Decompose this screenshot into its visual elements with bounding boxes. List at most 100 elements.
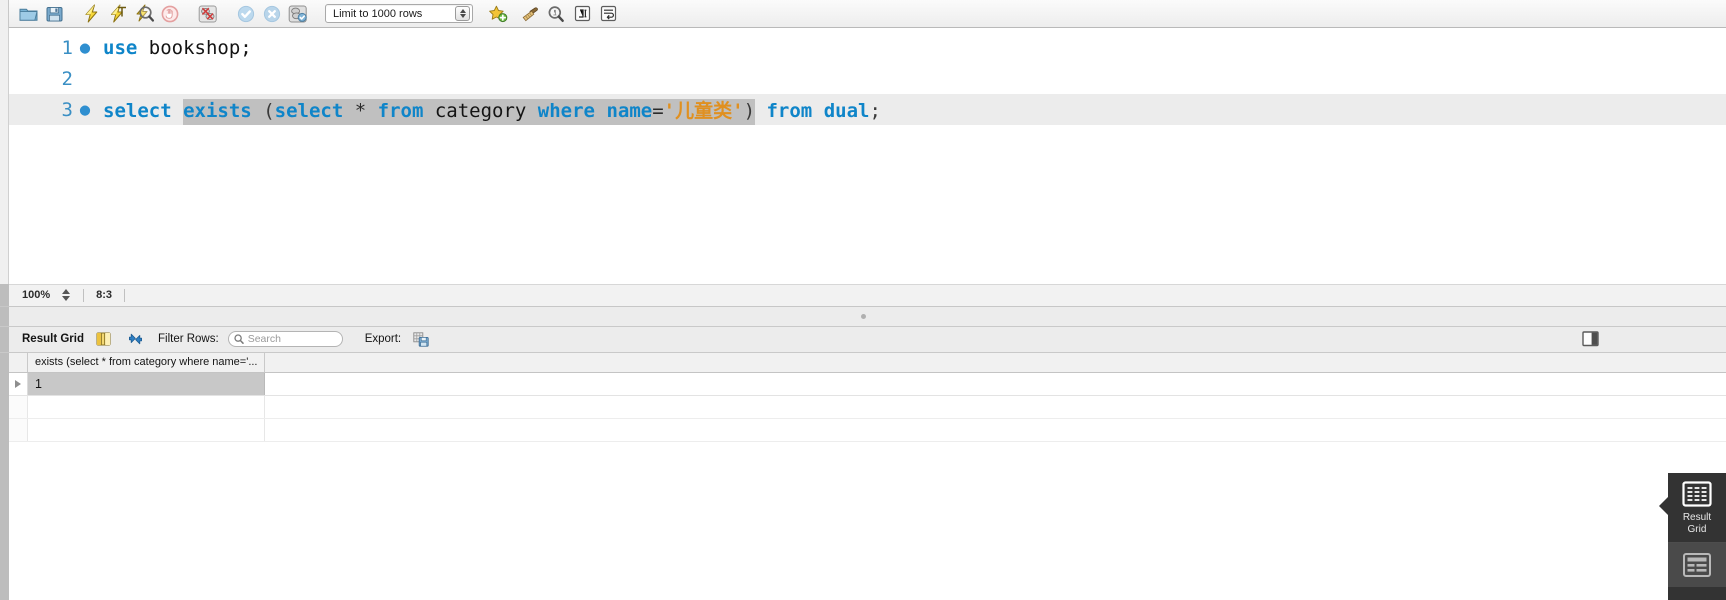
token-exists: exists xyxy=(183,100,252,122)
result-view-sidebar: Result Grid xyxy=(1659,473,1726,600)
mysql-workbench-sql-editor: Limit to 1000 rows 1 ● use bookshop; 2 3… xyxy=(0,0,1726,600)
commit-transaction-icon[interactable] xyxy=(233,3,259,25)
result-grid-icon xyxy=(1682,481,1712,507)
zoom-level-value: 100% xyxy=(22,289,51,301)
column-header-cell[interactable]: exists (select * from category where nam… xyxy=(28,352,265,372)
export-label: Export: xyxy=(364,333,402,345)
sidebar-item-result-grid[interactable]: Result Grid xyxy=(1668,473,1726,536)
selected-text-range: exists (select * from category where nam… xyxy=(183,99,756,125)
sidebar-pointer-icon xyxy=(1659,497,1668,515)
rollback-transaction-icon[interactable] xyxy=(259,3,285,25)
empty-row-cell xyxy=(28,395,265,418)
empty-row-marker xyxy=(9,395,28,418)
editor-left-rail xyxy=(0,28,9,284)
form-editor-icon xyxy=(1683,553,1711,577)
token-table-category: category xyxy=(423,100,538,122)
token-dual: dual xyxy=(823,100,870,122)
status-divider xyxy=(83,288,85,302)
code-content: use bookshop; xyxy=(93,37,252,59)
toggle-wrapping-icon[interactable] xyxy=(595,3,621,25)
editor-status-bar: 100% 8:3 xyxy=(0,284,1726,307)
status-divider-2 xyxy=(124,288,126,302)
filter-rows-label: Filter Rows: xyxy=(157,333,219,345)
toggle-autocommit-icon[interactable] xyxy=(285,3,311,25)
empty-row-marker xyxy=(9,418,28,441)
row-marker-icon xyxy=(9,372,28,395)
splitter-grip-icon xyxy=(860,313,866,319)
toggle-side-panel-icon[interactable] xyxy=(1582,330,1600,347)
table-row[interactable]: 1 xyxy=(9,372,1726,396)
refresh-icon[interactable] xyxy=(124,329,148,349)
grid-header-filler xyxy=(265,352,1726,372)
table-cell[interactable]: 1 xyxy=(28,372,265,395)
line-number: 3 xyxy=(61,98,73,121)
token-from-inner: from xyxy=(377,100,424,122)
execute-statement-icon[interactable] xyxy=(79,3,105,25)
beautify-sql-icon[interactable] xyxy=(485,3,511,25)
toggle-stop-on-error-icon[interactable] xyxy=(195,3,221,25)
result-toolbar-left-rail xyxy=(0,326,9,352)
token-paren-close: ) xyxy=(743,100,756,122)
token-column-name: name xyxy=(606,100,653,122)
filter-search-input[interactable] xyxy=(247,333,336,345)
execute-current-statement-icon[interactable] xyxy=(105,3,131,25)
empty-row-cell xyxy=(28,418,265,441)
zoom-level-stepper[interactable] xyxy=(60,288,71,303)
sql-editor-area[interactable]: 1 ● use bookshop; 2 3 ● select exists (s… xyxy=(0,28,1726,285)
limit-rows-select[interactable]: Limit to 1000 rows xyxy=(325,4,473,23)
filter-search-box[interactable] xyxy=(227,331,343,347)
empty-row-filler xyxy=(265,418,1726,441)
search-icon xyxy=(234,334,244,344)
grid-view-icon[interactable] xyxy=(92,329,116,349)
toolbar-left-rail xyxy=(0,0,9,28)
export-recordset-icon[interactable] xyxy=(409,329,433,349)
token-where: where xyxy=(537,100,595,122)
grid-corner-cell xyxy=(9,352,28,372)
grid-left-rail xyxy=(0,352,9,600)
limit-rows-stepper[interactable] xyxy=(455,6,470,21)
open-sql-script-icon[interactable] xyxy=(15,3,41,25)
sidebar-item-form-editor[interactable] xyxy=(1668,543,1726,587)
explain-statement-icon[interactable] xyxy=(131,3,157,25)
stop-execution-icon[interactable] xyxy=(157,3,183,25)
token-semicolon: ; xyxy=(869,100,881,122)
code-content: select exists (select * from category wh… xyxy=(93,96,881,125)
result-grid-title: Result Grid xyxy=(22,333,84,345)
toggle-invisible-chars-icon[interactable] xyxy=(569,3,595,25)
token-star: * xyxy=(354,100,367,122)
code-line-3[interactable]: 3 ● select exists (select * from categor… xyxy=(9,94,1726,125)
find-icon[interactable] xyxy=(543,3,569,25)
empty-row xyxy=(9,418,1726,442)
line-number: 2 xyxy=(61,67,73,90)
token-paren-open: ( xyxy=(263,100,275,122)
token-plain: bookshop; xyxy=(137,36,252,59)
line-number: 1 xyxy=(61,36,73,59)
statement-marker-icon: ● xyxy=(79,99,91,120)
code-line-2[interactable]: 2 xyxy=(9,63,1726,94)
sql-code-text[interactable]: 1 ● use bookshop; 2 3 ● select exists (s… xyxy=(9,28,1726,284)
code-line-1[interactable]: 1 ● use bookshop; xyxy=(9,32,1726,63)
results-splitter-handle[interactable] xyxy=(0,306,1726,327)
sql-editor-toolbar: Limit to 1000 rows xyxy=(0,0,1726,28)
token-select: select xyxy=(103,100,172,122)
token-string-literal: '儿童类' xyxy=(663,100,744,122)
limit-rows-value: Limit to 1000 rows xyxy=(333,7,423,20)
grid-header-row: exists (select * from category where nam… xyxy=(9,352,1726,373)
token-keyword: use xyxy=(103,36,138,59)
token-select-inner: select xyxy=(274,100,344,122)
cursor-position-value: 8:3 xyxy=(96,289,113,301)
splitter-left-rail xyxy=(0,306,9,326)
result-grid-panel: exists (select * from category where nam… xyxy=(0,352,1726,600)
empty-row xyxy=(9,395,1726,419)
result-grid-toolbar: Result Grid Filter Rows: Export: xyxy=(0,326,1726,353)
save-sql-script-icon[interactable] xyxy=(41,3,67,25)
sidebar-item-label: Result Grid xyxy=(1682,512,1712,535)
clear-query-icon[interactable] xyxy=(517,3,543,25)
